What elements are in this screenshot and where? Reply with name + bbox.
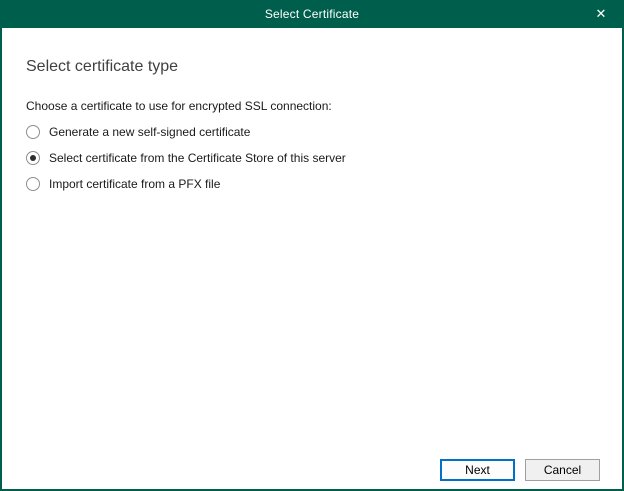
radio-option-label: Select certificate from the Certificate … xyxy=(49,151,346,165)
close-button[interactable]: ✕ xyxy=(578,0,624,28)
radio-option-label: Import certificate from a PFX file xyxy=(49,177,220,191)
dialog-content: Select certificate type Choose a certifi… xyxy=(2,28,622,489)
radio-button-icon xyxy=(26,151,40,165)
select-certificate-dialog: Select Certificate ✕ Select certificate … xyxy=(0,0,624,491)
radio-option-certificate-store[interactable]: Select certificate from the Certificate … xyxy=(2,145,622,171)
close-icon: ✕ xyxy=(596,6,607,22)
radio-option-label: Generate a new self-signed certificate xyxy=(49,125,250,139)
description-text: Choose a certificate to use for encrypte… xyxy=(26,99,598,114)
certificate-type-options: Generate a new self-signed certificate S… xyxy=(2,119,622,197)
next-button[interactable]: Next xyxy=(440,459,515,481)
cancel-button[interactable]: Cancel xyxy=(525,459,600,481)
radio-button-icon xyxy=(26,125,40,139)
dialog-footer: Next Cancel xyxy=(440,459,600,481)
page-title: Select certificate type xyxy=(26,57,598,77)
window-title: Select Certificate xyxy=(265,7,359,21)
radio-option-pfx-import[interactable]: Import certificate from a PFX file xyxy=(2,171,622,197)
radio-button-icon xyxy=(26,177,40,191)
title-bar: Select Certificate ✕ xyxy=(0,0,624,28)
radio-option-self-signed[interactable]: Generate a new self-signed certificate xyxy=(2,119,622,145)
